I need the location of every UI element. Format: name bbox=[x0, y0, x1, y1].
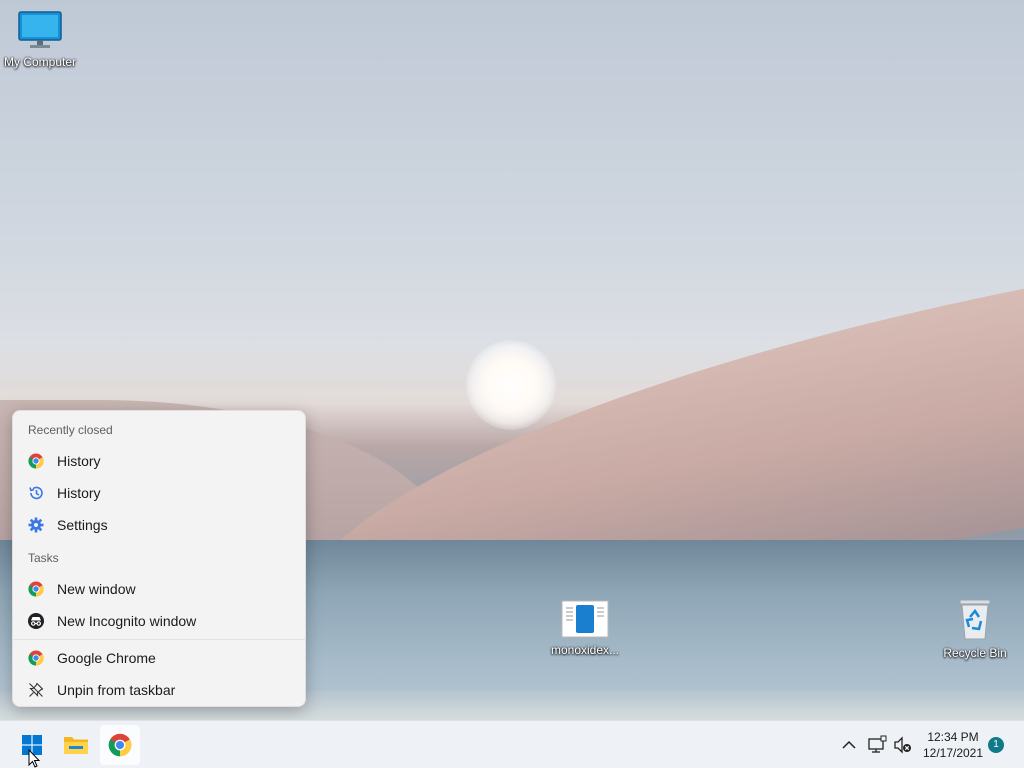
recycle-bin-icon bbox=[959, 599, 991, 640]
jumplist-item-unpin-from-taskbar[interactable]: Unpin from taskbar bbox=[13, 675, 305, 705]
show-hidden-icons-button[interactable] bbox=[838, 721, 860, 769]
jumplist-item-new-window[interactable]: New window bbox=[13, 574, 305, 604]
tasks-header: Tasks bbox=[28, 551, 59, 565]
mouse-cursor-icon bbox=[28, 749, 41, 768]
jumplist-item-label: Unpin from taskbar bbox=[57, 682, 176, 698]
wallpaper-sun bbox=[466, 340, 556, 430]
gear-icon bbox=[28, 517, 44, 533]
chrome-icon bbox=[108, 733, 132, 757]
jumplist-item-label: History bbox=[57, 485, 101, 501]
jumplist-item-label: History bbox=[57, 453, 101, 469]
chrome-icon bbox=[28, 581, 44, 597]
desktop-icon-monoxidex[interactable]: monoxidex... bbox=[545, 600, 625, 657]
history-icon bbox=[28, 485, 44, 501]
taskbar-google-chrome[interactable] bbox=[100, 725, 140, 765]
chrome-icon bbox=[28, 650, 44, 666]
network-icon bbox=[868, 735, 887, 753]
jumplist-item-google-chrome[interactable]: Google Chrome bbox=[13, 643, 305, 673]
chrome-icon bbox=[28, 453, 44, 469]
volume-button[interactable] bbox=[892, 721, 914, 769]
desktop-icon-label: My Computer bbox=[3, 55, 77, 69]
taskbar-clock[interactable]: 12:34 PM 12/17/2021 bbox=[918, 729, 988, 761]
jumplist-item-label: Google Chrome bbox=[57, 650, 156, 666]
jumplist-item-label: Settings bbox=[57, 517, 108, 533]
chevron-up-icon bbox=[842, 740, 856, 749]
jumplist-item-settings[interactable]: Settings bbox=[13, 510, 305, 540]
unpin-icon bbox=[28, 682, 44, 698]
desktop-icon-label: monoxidex... bbox=[550, 643, 620, 657]
jumplist-item-history-chrome[interactable]: History bbox=[13, 446, 305, 476]
speaker-muted-icon bbox=[894, 736, 911, 754]
notification-badge[interactable]: 1 bbox=[988, 737, 1004, 753]
jumplist-item-new-incognito-window[interactable]: New Incognito window bbox=[13, 606, 305, 636]
desktop-icon-label: Recycle Bin bbox=[943, 646, 1007, 660]
clock-time: 12:34 PM bbox=[927, 730, 979, 744]
taskbar: 12:34 PM 12/17/2021 bbox=[0, 720, 1024, 768]
network-button[interactable] bbox=[866, 721, 888, 769]
document-icon bbox=[561, 600, 609, 638]
jumplist-divider bbox=[13, 639, 305, 640]
jumplist-item-label: New Incognito window bbox=[57, 613, 197, 629]
recently-closed-header: Recently closed bbox=[28, 423, 113, 437]
monitor-icon bbox=[18, 11, 62, 48]
desktop-icon-recycle-bin[interactable]: Recycle Bin bbox=[935, 597, 1015, 660]
incognito-icon bbox=[28, 613, 44, 629]
folder-icon bbox=[64, 737, 88, 754]
clock-date: 12/17/2021 bbox=[922, 746, 984, 760]
chrome-jump-list: Recently closed History History Settings… bbox=[12, 410, 306, 707]
taskbar-file-explorer[interactable] bbox=[56, 725, 96, 765]
jumplist-item-history[interactable]: History bbox=[13, 478, 305, 508]
jumplist-item-label: New window bbox=[57, 581, 136, 597]
desktop-icon-my-computer[interactable]: My Computer bbox=[0, 10, 80, 69]
